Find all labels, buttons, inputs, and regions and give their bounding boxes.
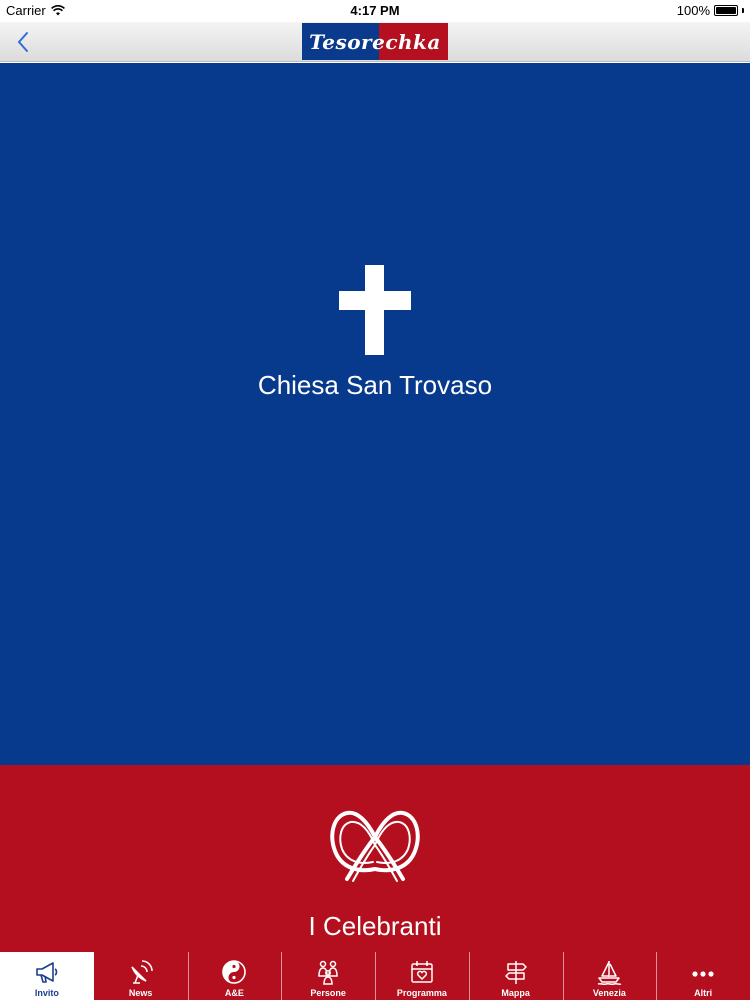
- cross-icon: [339, 265, 411, 355]
- venue-panel[interactable]: Chiesa San Trovaso: [0, 63, 750, 765]
- app-logo: Tesorechka: [302, 23, 448, 60]
- tab-label: Venezia: [592, 988, 626, 998]
- tab-ae[interactable]: A&E: [187, 952, 282, 1000]
- satellite-dish-icon: [130, 960, 153, 984]
- status-time: 4:17 PM: [350, 3, 400, 18]
- logo-text: Tesorechka: [309, 29, 441, 54]
- tab-bar: Invito News A&E Persone Programma Mappa …: [0, 952, 750, 1000]
- back-button[interactable]: [10, 28, 38, 56]
- calendar-heart-icon: [411, 961, 433, 983]
- tab-label: Programma: [396, 988, 447, 998]
- celebrants-label: I Celebranti: [308, 911, 442, 941]
- tab-invito[interactable]: Invito: [0, 952, 94, 1000]
- battery-icon: [714, 5, 738, 16]
- venue-label: Chiesa San Trovaso: [257, 370, 493, 400]
- tab-news[interactable]: News: [94, 952, 188, 1000]
- nav-bar: Tesorechka: [0, 22, 750, 62]
- status-bar: Carrier 4:17 PM 100%: [0, 0, 750, 22]
- tab-mappa[interactable]: Mappa: [468, 952, 563, 1000]
- tab-label: A&E: [224, 988, 244, 998]
- more-icon: [692, 971, 714, 977]
- tab-label: Altri: [694, 988, 713, 998]
- chevron-left-icon: [17, 32, 28, 52]
- sailboat-icon: [598, 961, 622, 986]
- signpost-icon: [504, 961, 527, 984]
- tab-label: News: [128, 988, 153, 998]
- people-icon: [318, 960, 338, 985]
- tab-label: Invito: [34, 988, 59, 998]
- tab-altri[interactable]: Altri: [656, 952, 750, 1000]
- tab-label: Mappa: [501, 988, 530, 998]
- status-right: 100%: [677, 3, 744, 18]
- tab-venezia[interactable]: Venezia: [562, 952, 657, 1000]
- battery-percent: 100%: [676, 3, 710, 18]
- battery-nub: [742, 8, 744, 13]
- yin-yang-icon: [222, 960, 247, 984]
- tab-label: Persone: [310, 988, 346, 998]
- tab-persone[interactable]: Persone: [281, 952, 375, 1000]
- pretzel-icon: [330, 810, 420, 882]
- celebrants-panel[interactable]: I Celebranti: [0, 765, 750, 952]
- tab-programma[interactable]: Programma: [375, 952, 469, 1000]
- megaphone-icon: [36, 962, 58, 983]
